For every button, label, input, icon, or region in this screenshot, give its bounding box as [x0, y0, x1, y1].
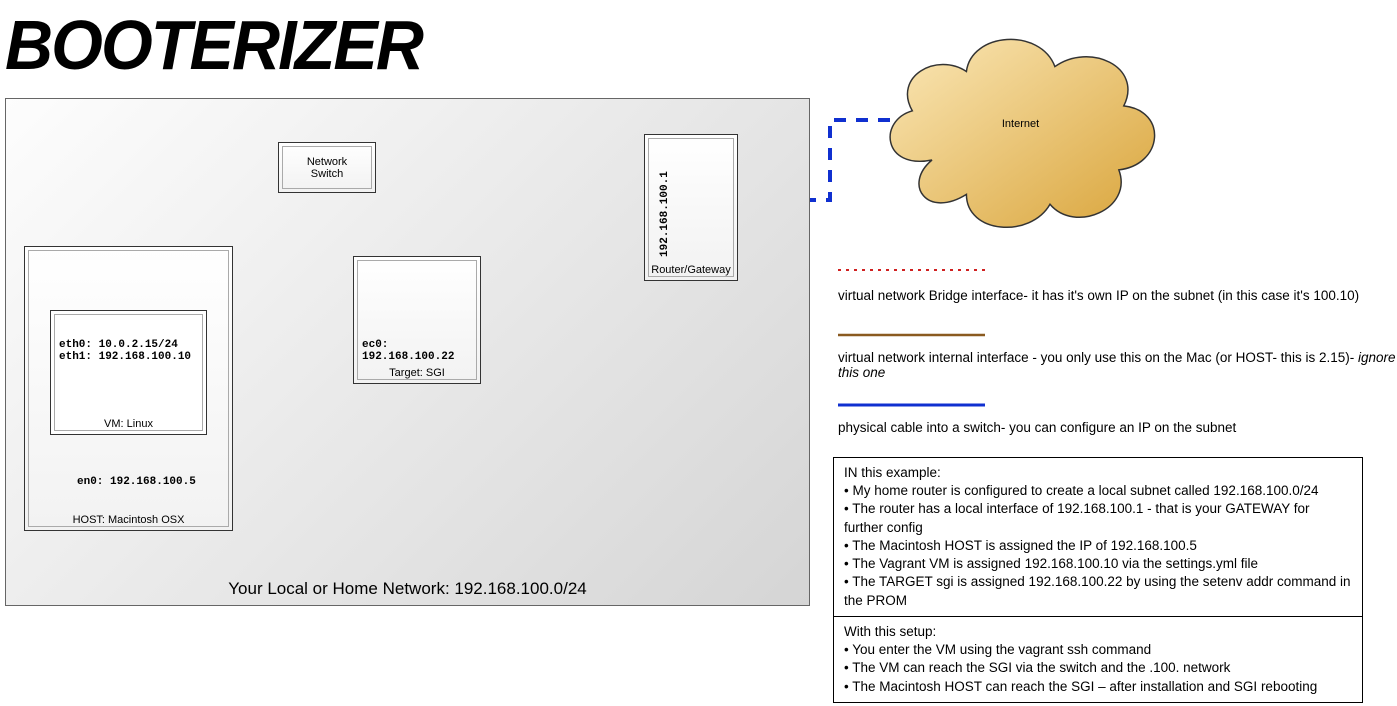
info1-head: IN this example: [844, 464, 1352, 482]
host-en0: en0: 192.168.100.5 [77, 476, 196, 488]
legend-physical: physical cable into a switch- you can co… [838, 420, 1236, 435]
host-label: HOST: Macintosh OSX [25, 514, 232, 526]
vm-eth1: eth1: 192.168.100.10 [59, 351, 191, 363]
router-node: 192.168.100.1 Router/Gateway [644, 134, 738, 281]
target-ec0: ec0: 192.168.100.22 [362, 339, 480, 363]
info1-b1: • My home router is configured to create… [844, 482, 1352, 500]
switch-label: Network Switch [279, 156, 375, 180]
info2-b2: • The VM can reach the SGI via the switc… [844, 659, 1352, 677]
vm-label: VM: Linux [51, 418, 206, 430]
vm-eth0: eth0: 10.0.2.15/24 [59, 339, 178, 351]
info1-b5: • The TARGET sgi is assigned 192.168.100… [844, 573, 1352, 609]
router-ip: 192.168.100.1 [659, 171, 671, 257]
info2-b1: • You enter the VM using the vagrant ssh… [844, 641, 1352, 659]
target-label: Target: SGI [354, 367, 480, 379]
internet-cloud: Internet [873, 18, 1168, 243]
network-caption: Your Local or Home Network: 192.168.100.… [6, 579, 809, 599]
legend-internal: virtual network internal interface - you… [838, 350, 1397, 380]
info1-b2: • The router has a local interface of 19… [844, 500, 1352, 536]
internet-label: Internet [873, 118, 1168, 130]
legend-internal-text: virtual network internal interface - you… [838, 350, 1354, 365]
router-label: Router/Gateway [645, 264, 737, 276]
vm-node: eth0: 10.0.2.15/24 eth1: 192.168.100.10 … [50, 310, 207, 435]
legend-bridge: virtual network Bridge interface- it has… [838, 288, 1359, 303]
info2-b3: • The Macintosh HOST can reach the SGI –… [844, 678, 1352, 696]
target-node: ec0: 192.168.100.22 Target: SGI [353, 256, 481, 384]
info-box-setup: With this setup: • You enter the VM usin… [833, 616, 1363, 703]
network-switch-node: Network Switch [278, 142, 376, 193]
info2-head: With this setup: [844, 623, 1352, 641]
info1-b4: • The Vagrant VM is assigned 192.168.100… [844, 555, 1352, 573]
page-title: BOOTERIZER [5, 5, 422, 85]
info1-b3: • The Macintosh HOST is assigned the IP … [844, 537, 1352, 555]
info-box-example: IN this example: • My home router is con… [833, 457, 1363, 617]
